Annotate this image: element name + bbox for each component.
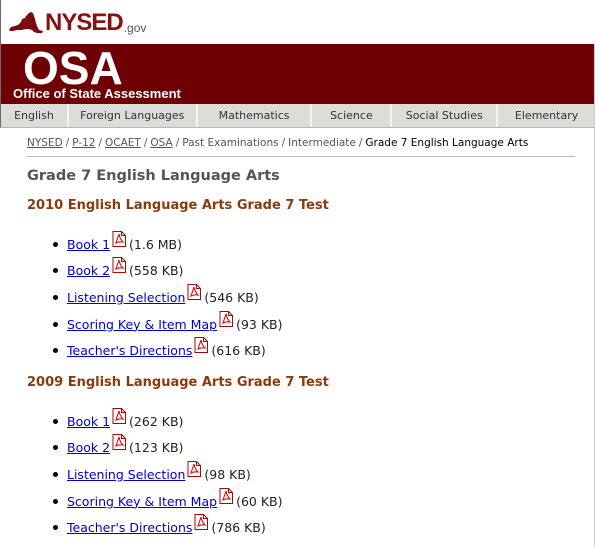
pdf-icon[interactable] <box>112 407 127 427</box>
bullet-icon <box>53 348 58 354</box>
nysed-logo[interactable]: NYSED .gov <box>8 11 146 35</box>
list-item: Listening Selection (546 KB) <box>53 283 587 311</box>
banner-subtitle[interactable]: Office of State Assessment <box>13 86 181 101</box>
list-item: Listening Selection (98 KB) <box>53 460 587 488</box>
nav-item-social-studies[interactable]: Social Studies <box>392 104 499 127</box>
nav-item-english[interactable]: English <box>1 104 69 127</box>
breadcrumb-separator: / <box>65 137 70 149</box>
pdf-icon[interactable] <box>112 434 127 453</box>
subject-nav: English Foreign Languages Mathematics Sc… <box>0 104 595 128</box>
breadcrumb-current: Grade 7 English Language Arts <box>365 137 529 149</box>
pdf-icon[interactable] <box>187 460 202 480</box>
file-link-scoring-key[interactable]: Scoring Key & Item Map <box>67 317 217 332</box>
file-size: (98 KB) <box>204 466 251 482</box>
breadcrumb-nysed[interactable]: NYSED <box>27 137 63 149</box>
breadcrumb-p12[interactable]: P-12 <box>72 137 95 149</box>
file-link-listening-selection[interactable]: Listening Selection <box>67 290 185 305</box>
osa-banner: OSA Office of State Assessment <box>0 44 595 104</box>
file-link-book-1[interactable]: Book 1 <box>67 414 110 429</box>
list-item: Teacher's Directions (616 KB) <box>53 337 587 364</box>
list-item: Book 2 (558 KB) <box>53 257 587 285</box>
breadcrumb-separator: / <box>281 137 286 149</box>
list-item: Teacher's Directions (786 KB) <box>53 514 587 541</box>
nav-item-mathematics[interactable]: Mathematics <box>198 104 313 127</box>
file-size: (558 KB) <box>129 263 184 279</box>
file-size: (616 KB) <box>211 343 266 359</box>
section-title: 2009 English Language Arts Grade 7 Test <box>27 375 329 390</box>
page-title: Grade 7 English Language Arts <box>27 168 280 184</box>
logo-text: NYSED <box>45 9 124 36</box>
bullet-icon <box>53 498 58 504</box>
file-link-book-2[interactable]: Book 2 <box>67 263 110 278</box>
file-link-book-2[interactable]: Book 2 <box>67 440 110 455</box>
bullet-icon <box>53 268 58 274</box>
breadcrumb-separator: / <box>143 137 148 149</box>
new-york-state-map-icon <box>9 12 43 33</box>
site-header: NYSED .gov <box>0 0 595 44</box>
section-title: 2010 English Language Arts Grade 7 Test <box>27 198 329 213</box>
list-item: Book 2 (123 KB) <box>53 434 587 462</box>
file-size: (123 KB) <box>129 440 184 456</box>
breadcrumb-osa[interactable]: OSA <box>150 137 172 149</box>
file-size: (1.6 MB) <box>129 236 183 252</box>
pdf-icon[interactable] <box>194 514 209 533</box>
file-link-teachers-directions[interactable]: Teacher's Directions <box>67 343 192 358</box>
file-link-listening-selection[interactable]: Listening Selection <box>67 467 185 482</box>
file-link-book-1[interactable]: Book 1 <box>67 237 110 252</box>
bullet-icon <box>53 321 58 327</box>
list-item: Book 1 (1.6 MB) <box>53 230 587 258</box>
nav-item-science[interactable]: Science <box>312 104 393 127</box>
pdf-icon[interactable] <box>194 337 209 356</box>
pdf-icon[interactable] <box>187 283 202 303</box>
file-link-scoring-key[interactable]: Scoring Key & Item Map <box>67 494 217 509</box>
pdf-icon[interactable] <box>112 230 127 250</box>
file-size: (546 KB) <box>204 289 259 305</box>
file-link-teachers-directions[interactable]: Teacher's Directions <box>67 520 192 535</box>
breadcrumb-separator: / <box>175 137 180 149</box>
list-item: Scoring Key & Item Map (93 KB) <box>53 310 587 338</box>
exam-section-2010: 2010 English Language Arts Grade 7 Test … <box>27 198 587 364</box>
breadcrumb-intermediate: Intermediate <box>288 137 356 149</box>
list-item: Scoring Key & Item Map (60 KB) <box>53 487 587 515</box>
bullet-icon <box>53 471 58 477</box>
bullet-icon <box>53 294 58 300</box>
nav-item-elementary[interactable]: Elementary <box>498 104 595 127</box>
file-size: (262 KB) <box>129 413 184 429</box>
logo-suffix: .gov <box>123 20 147 35</box>
breadcrumb-ocaet[interactable]: OCAET <box>105 137 141 149</box>
bullet-icon <box>53 241 58 247</box>
exam-section-2009: 2009 English Language Arts Grade 7 Test … <box>27 375 587 541</box>
breadcrumb-separator: / <box>358 137 363 149</box>
pdf-icon[interactable] <box>219 487 234 507</box>
bullet-icon <box>53 418 58 424</box>
bullet-icon <box>53 445 58 451</box>
banner-title[interactable]: OSA <box>23 44 123 92</box>
bullet-icon <box>53 525 58 531</box>
file-size: (786 KB) <box>211 520 266 536</box>
file-list: Book 1 (262 KB) Book 2 (123 KB) Listening … <box>53 407 587 541</box>
file-list: Book 1 (1.6 MB) Book 2 (558 KB) Listening … <box>53 230 587 364</box>
pdf-icon[interactable] <box>219 310 234 330</box>
file-size: (60 KB) <box>236 493 283 509</box>
pdf-icon[interactable] <box>112 257 127 276</box>
file-size: (93 KB) <box>236 316 283 332</box>
breadcrumb-past-examinations: Past Examinations <box>182 137 279 149</box>
breadcrumb: NYSED / P-12/OCAET / OSA / Past Examinations / I… <box>27 136 575 157</box>
breadcrumb-separator: / <box>98 137 103 149</box>
nav-item-foreign-languages[interactable]: Foreign Languages <box>69 104 198 127</box>
list-item: Book 1 (262 KB) <box>53 407 587 435</box>
